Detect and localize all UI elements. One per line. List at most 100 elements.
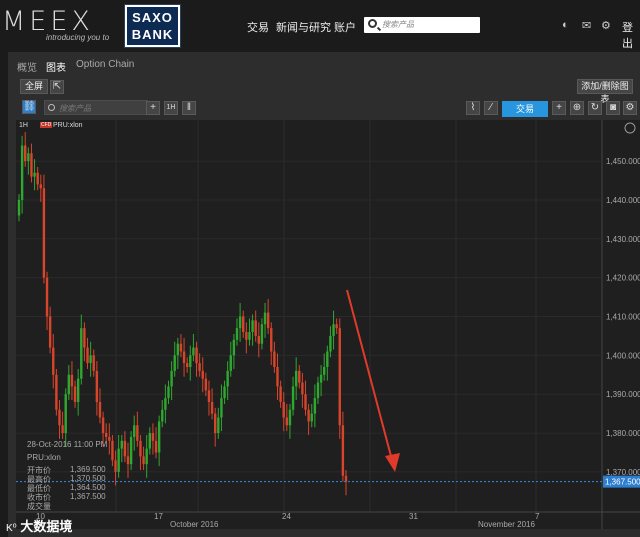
add-delete-chart-button[interactable]: 添加/删除图表 (577, 79, 633, 104)
candle-body (332, 324, 335, 336)
last-price-label: 1,367.500 (605, 478, 640, 487)
price-tick-label: 1,410.000 (606, 313, 640, 322)
candle-body (111, 440, 114, 461)
global-search-input[interactable]: 搜索产品 (364, 17, 480, 33)
price-tick-label: 1,430.000 (606, 235, 640, 244)
candles-icon[interactable]: ǁ (182, 101, 196, 115)
candle-body (204, 378, 208, 391)
candlestick-chart: 1,370.000 1,380.000 1,390.000 1,400.000 1,41… (16, 120, 640, 529)
candle-body (27, 153, 30, 162)
logout-link[interactable]: 登出 (622, 19, 640, 51)
saxo-logo-line1: SAXO (132, 10, 173, 25)
time-tick-label: 7 (535, 512, 540, 521)
candle-body (220, 398, 223, 418)
cfd-badge: CFD (40, 122, 53, 128)
tooltip-value: 1,369.500 (70, 465, 106, 474)
candle-body (298, 370, 301, 383)
theme-toggle-icon[interactable]: ◐ (562, 19, 569, 31)
candle-body (42, 188, 46, 278)
candle-body (276, 367, 279, 387)
zoom-in-icon[interactable]: ⊕ (570, 101, 584, 115)
candle-body (67, 374, 71, 395)
candle-body (310, 413, 313, 422)
candle-body (55, 374, 58, 410)
candle-body (52, 347, 55, 375)
candle-body (33, 172, 36, 177)
drawing-icon[interactable]: ⁄ (484, 101, 498, 115)
refresh-icon[interactable]: ↻ (588, 101, 602, 115)
trade-button[interactable]: 交易 (502, 101, 548, 117)
candle-body (167, 386, 170, 399)
candle-body (217, 417, 220, 434)
tab-option-chain[interactable]: Option Chain (76, 59, 134, 70)
candle-body (173, 355, 176, 371)
candle-body (185, 363, 189, 368)
tooltip-name: PRU:xlon (27, 453, 61, 462)
interval-icon[interactable]: 1H (164, 101, 178, 115)
candle-body (235, 328, 239, 340)
tab-chart[interactable]: 图表 (46, 59, 66, 74)
candle-body (157, 421, 161, 453)
candle-body (223, 386, 226, 399)
settings-icon[interactable]: ⚙ (623, 101, 637, 115)
candle-body (114, 460, 117, 472)
candle-body (207, 390, 211, 402)
instrument-search-input[interactable]: 搜索产品 (44, 100, 148, 115)
candle-body (329, 335, 332, 352)
candle-body (226, 370, 229, 387)
instrument-name: PRU:xlon (53, 122, 83, 129)
tooltip-value: 1,364.500 (70, 483, 106, 492)
candle-body (48, 316, 52, 348)
candle-body (344, 475, 348, 482)
candle-body (170, 370, 173, 387)
nav-account[interactable]: 账户 (334, 19, 356, 35)
candle-body (30, 153, 33, 177)
candle-body (294, 370, 298, 387)
candle-body (304, 394, 307, 410)
price-tick-label: 1,370.000 (606, 468, 640, 477)
link-icon[interactable]: ⛓ (22, 100, 36, 114)
candle-body (80, 328, 83, 379)
candle-body (335, 324, 338, 329)
watermark: K⁰ 大数据境 (6, 516, 72, 535)
candle-body (86, 347, 89, 364)
annotation-arrow-head (385, 453, 400, 472)
tab-overview[interactable]: 概览 (17, 59, 37, 74)
fullscreen-button[interactable]: 全屏 (20, 79, 48, 94)
candle-body (70, 374, 74, 387)
nav-trade[interactable]: 交易 (247, 19, 269, 35)
candle-body (229, 355, 232, 371)
candle-body (316, 382, 320, 399)
top-navigation: MEEX introducing you to SAXO BANK 交易 新闻与… (0, 0, 640, 52)
candle-body (123, 440, 127, 457)
candle-body (145, 448, 148, 465)
gear-icon[interactable]: ⚙ (601, 19, 611, 32)
indicators-icon[interactable]: ⌇ (466, 101, 480, 115)
candle-body (17, 199, 21, 216)
saxo-logo-line2: BANK (131, 27, 174, 42)
candle-body (64, 394, 67, 434)
clock-icon (624, 122, 636, 134)
candle-body (198, 363, 201, 371)
price-chart[interactable]: 1,370.000 1,380.000 1,390.000 1,400.000 1,41… (16, 120, 640, 529)
crosshair-icon[interactable]: + (552, 101, 566, 115)
candle-body (176, 343, 180, 356)
candle-body (20, 145, 24, 200)
candle-body (92, 355, 95, 371)
camera-icon[interactable]: ◙ (606, 101, 620, 115)
saxo-bank-logo: SAXO BANK (124, 4, 181, 48)
candle-body (260, 324, 264, 344)
candle-body (263, 312, 267, 325)
popout-icon[interactable]: ⇱ (50, 80, 64, 94)
candle-body (120, 440, 123, 449)
candle-body (273, 351, 276, 368)
candle-body (136, 425, 139, 441)
price-tick-label: 1,400.000 (606, 351, 640, 360)
candle-body (279, 386, 282, 402)
nav-news-research[interactable]: 新闻与研究 (276, 19, 331, 35)
add-icon[interactable]: + (146, 101, 160, 115)
candle-body (232, 339, 236, 356)
price-tick-label: 1,380.000 (606, 429, 640, 438)
mail-icon[interactable]: ✉ (582, 19, 591, 32)
price-tick-label: 1,450.000 (606, 157, 640, 166)
